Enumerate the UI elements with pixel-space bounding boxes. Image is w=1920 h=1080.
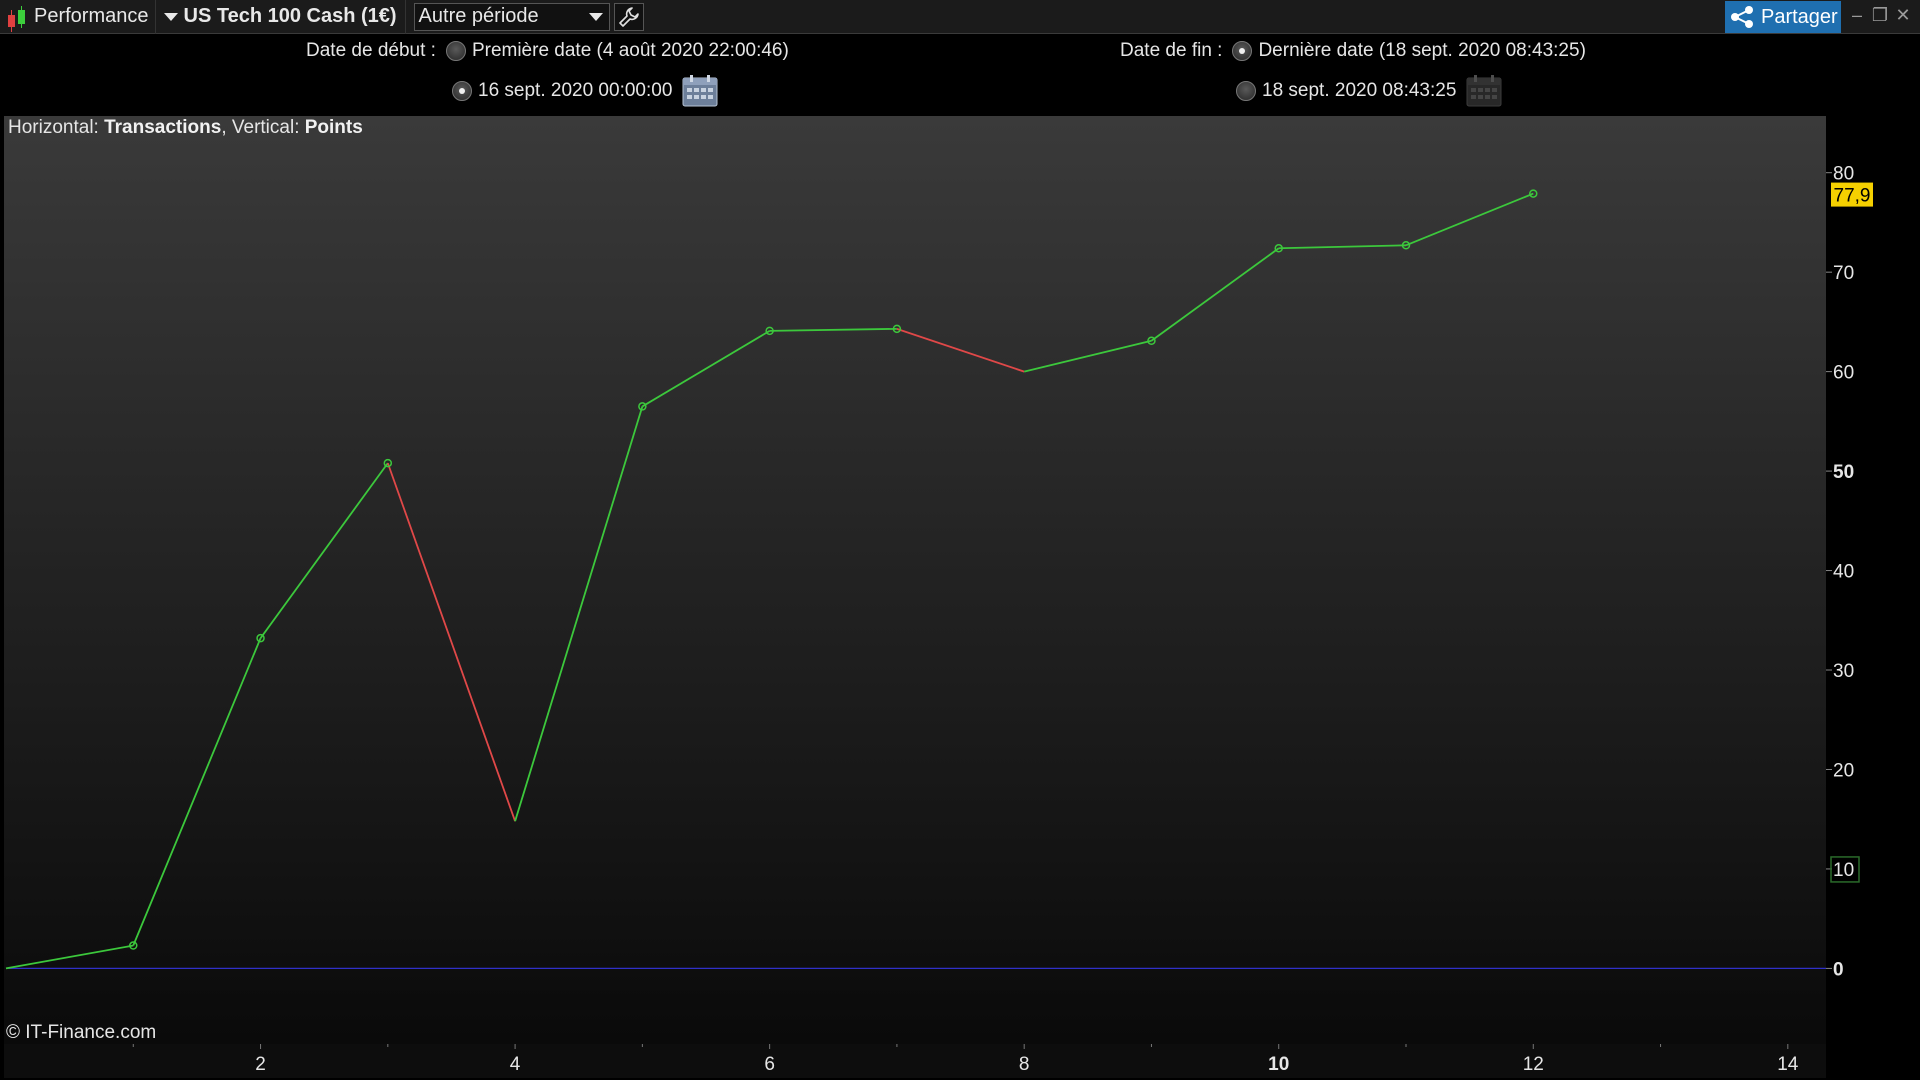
x-tick-label: 14: [1777, 1054, 1799, 1075]
y-tick-label: 10: [1833, 860, 1854, 881]
x-tick-label: 12: [1523, 1054, 1544, 1075]
y-tick-label: 40: [1833, 562, 1854, 583]
x-tick-label: 4: [510, 1054, 521, 1075]
y-tick-label: 0: [1833, 959, 1844, 980]
caption-h-prefix: Horizontal:: [8, 117, 105, 138]
caption-h-value: Transactions: [104, 117, 222, 138]
y-tick-label: 80: [1833, 164, 1854, 185]
x-tick-label: 10: [1268, 1054, 1289, 1075]
copyright: © IT-Finance.com: [6, 1022, 157, 1043]
y-tick-label: 30: [1833, 661, 1854, 682]
y-tick-label: 20: [1833, 760, 1854, 781]
y-tick-label: 50: [1833, 462, 1854, 483]
plot-area: [4, 116, 1826, 1044]
caption-v-prefix: , Vertical:: [221, 117, 305, 138]
y-tick-label: 70: [1833, 263, 1854, 284]
x-axis-strip: [4, 1044, 1826, 1078]
last-value-label: 77,9: [1834, 186, 1871, 207]
chart-svg[interactable]: 0 10 20 30 40 50 60 70 80 2 4 6 8 10 12 14 77,9: [0, 0, 1920, 1080]
x-tick-label: 8: [1019, 1054, 1030, 1075]
y-tick-label: 60: [1833, 363, 1854, 384]
caption-v-value: Points: [304, 117, 363, 138]
chart-axis-caption: Horizontal: Transactions, Vertical: Poin…: [8, 117, 363, 139]
performance-chart: 0 10 20 30 40 50 60 70 80 2 4 6 8 10 12 14 77,9 Horizont…: [0, 0, 1920, 1080]
x-tick-label: 2: [255, 1054, 266, 1075]
x-tick-label: 6: [764, 1054, 775, 1075]
